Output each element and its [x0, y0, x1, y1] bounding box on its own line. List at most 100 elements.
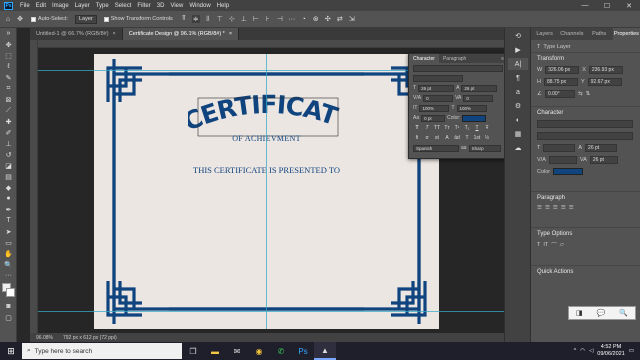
show-transform-checkbox[interactable]: Show Transform Controls — [101, 14, 176, 25]
color-panel-icon[interactable]: ◐ — [508, 114, 528, 126]
whatsapp-icon[interactable]: ✆ — [270, 342, 292, 360]
dodge-tool-icon[interactable]: ● — [0, 193, 17, 204]
menu-image[interactable]: Image — [49, 3, 72, 9]
history-panel-icon[interactable]: ⟲ — [508, 30, 528, 42]
menu-window[interactable]: Window — [186, 3, 213, 9]
strikethrough-button[interactable]: Ŧ — [483, 125, 491, 132]
antialias-select[interactable]: Sharp — [468, 144, 501, 152]
font-size-field[interactable]: 26 pt — [418, 84, 455, 92]
screen-mode-icon[interactable]: ▢ — [0, 312, 17, 323]
tab-character[interactable]: Character — [409, 54, 439, 63]
rp-font-family-select[interactable] — [537, 120, 633, 128]
collapse-toolbar-icon[interactable]: » — [0, 28, 17, 39]
section-character[interactable]: Character — [531, 106, 640, 118]
discretionary-ligature-button[interactable]: st — [433, 135, 441, 142]
rp-leading-field[interactable]: 26 pt — [585, 144, 618, 152]
flip-vertical-icon[interactable]: ⇅ — [586, 91, 591, 97]
crop-tool-icon[interactable]: ⌗ — [0, 83, 17, 94]
horizontal-scale-field[interactable]: 100% — [456, 104, 487, 112]
brush-tool-icon[interactable]: ✐ — [0, 127, 17, 138]
stylistic-alt-button[interactable]: ād — [453, 135, 461, 142]
guide-vertical[interactable] — [266, 54, 267, 329]
hand-tool-icon[interactable]: ✋ — [0, 248, 17, 259]
faux-italic-button[interactable]: T — [423, 125, 431, 132]
menu-filter[interactable]: Filter — [134, 3, 153, 9]
path-select-icon[interactable]: ➤ — [0, 226, 17, 237]
lasso-tool-icon[interactable]: ℓ — [0, 61, 17, 72]
eraser-tool-icon[interactable]: ◪ — [0, 160, 17, 171]
underline-button[interactable]: T — [473, 125, 481, 132]
marquee-tool-icon[interactable]: ⬚ — [0, 50, 17, 61]
snip-icon[interactable]: ◨ — [576, 309, 583, 317]
contextual-alt-button[interactable]: σ — [423, 135, 431, 142]
distribute-top-icon[interactable]: ⊤ — [216, 15, 224, 23]
menu-type[interactable]: Type — [93, 3, 112, 9]
swatches-panel-icon[interactable]: ▦ — [508, 128, 528, 140]
paragraph-panel-icon[interactable]: ¶ — [508, 72, 528, 84]
distribute-vcenter-icon[interactable]: ⊹ — [228, 15, 236, 23]
blur-tool-icon[interactable]: ◆ — [0, 182, 17, 193]
kerning-field[interactable]: 0 — [423, 94, 454, 102]
section-paragraph[interactable]: Paragraph — [531, 191, 640, 203]
convert-shape-icon[interactable]: ▱ — [560, 242, 564, 248]
baseline-shift-field[interactable]: 0 pt — [421, 114, 446, 122]
menu-layer[interactable]: Layer — [72, 3, 93, 9]
taskbar-search-box[interactable]: ⌕ Type here to search — [22, 343, 182, 359]
more-tools-icon[interactable]: ··· — [0, 270, 17, 281]
align-hcenter-icon[interactable]: ⊦ — [264, 15, 272, 23]
menu-edit[interactable]: Edit — [33, 3, 49, 9]
align-right-icon[interactable]: ⊣ — [276, 15, 284, 23]
3d-mode-icon[interactable]: ◔ — [300, 15, 308, 23]
font-style-select[interactable] — [413, 74, 463, 82]
notifications-icon[interactable]: ▭ — [629, 348, 634, 354]
align-vcenter-icon[interactable]: ≑ — [191, 15, 200, 23]
slide-3d-icon[interactable]: ⇄ — [336, 15, 344, 23]
y-field[interactable]: 92.67 px — [587, 78, 622, 86]
align-bottom-icon[interactable]: ⫫ — [204, 15, 212, 23]
search-icon[interactable]: 🔍 — [619, 309, 628, 317]
clone-stamp-icon[interactable]: ⊥ — [0, 138, 17, 149]
flip-horizontal-icon[interactable]: ⇆ — [578, 91, 583, 97]
minimize-button[interactable]: — — [574, 2, 596, 10]
close-button[interactable]: ✕ — [618, 2, 640, 10]
libraries-panel-icon[interactable]: ☁ — [508, 142, 528, 154]
vertical-type-icon[interactable]: IT — [543, 242, 548, 248]
more-options-icon[interactable]: ··· — [288, 15, 296, 23]
pan-3d-icon[interactable]: ✣ — [324, 15, 332, 23]
section-quick-actions[interactable]: Quick Actions — [531, 265, 640, 277]
eyedropper-tool-icon[interactable]: ⟋ — [0, 105, 17, 116]
wifi-icon[interactable]: ◠ — [580, 348, 585, 354]
certificate-document[interactable]: CERTIFICATE OF ACHIEVMENT THIS CERTIFICA… — [94, 54, 439, 329]
tray-chevron-icon[interactable]: ^ — [574, 348, 577, 354]
justify-text-icon[interactable]: ☰ — [561, 205, 566, 211]
windows-start-icon[interactable]: ⊞ — [0, 342, 22, 360]
menu-select[interactable]: Select — [112, 3, 135, 9]
align-center-text-icon[interactable]: ☰ — [545, 205, 550, 211]
quick-mask-icon[interactable]: ◙ — [0, 301, 17, 312]
zoom-level[interactable]: 96.08% — [36, 335, 53, 341]
superscript-button[interactable]: T¹ — [453, 125, 461, 132]
orbit-icon[interactable]: ⊛ — [312, 15, 320, 23]
rp-font-style-select[interactable] — [537, 132, 633, 140]
language-select[interactable]: Spanish — [413, 144, 459, 152]
ligature-button[interactable]: fi — [413, 135, 421, 142]
width-field[interactable]: 326.06 px — [545, 66, 580, 74]
ordinals-button[interactable]: 1st — [473, 135, 481, 142]
type-tool-icon[interactable]: T — [0, 215, 17, 226]
subscript-button[interactable]: T₁ — [463, 125, 471, 132]
move-tool-icon[interactable]: ✥ — [16, 15, 24, 23]
section-transform[interactable]: Transform — [531, 52, 640, 64]
rp-kerning-field[interactable] — [548, 156, 577, 164]
move-tool-icon[interactable]: ✥ — [0, 39, 17, 50]
actions-panel-icon[interactable]: ▶ — [508, 44, 528, 56]
app-taskbar-icon-active[interactable]: ▲ — [314, 342, 336, 360]
justify-all-icon[interactable]: ☰ — [569, 205, 574, 211]
horizontal-ruler[interactable] — [30, 40, 504, 48]
faux-bold-button[interactable]: T — [413, 125, 421, 132]
file-explorer-icon[interactable]: ▬ — [204, 342, 226, 360]
zoom-tool-icon[interactable]: 🔍 — [0, 259, 17, 270]
fractions-button[interactable]: ½ — [483, 135, 491, 142]
chat-icon[interactable]: 💬 — [597, 309, 606, 317]
mail-icon[interactable]: ✉ — [226, 342, 248, 360]
distribute-bottom-icon[interactable]: ⊥ — [240, 15, 248, 23]
